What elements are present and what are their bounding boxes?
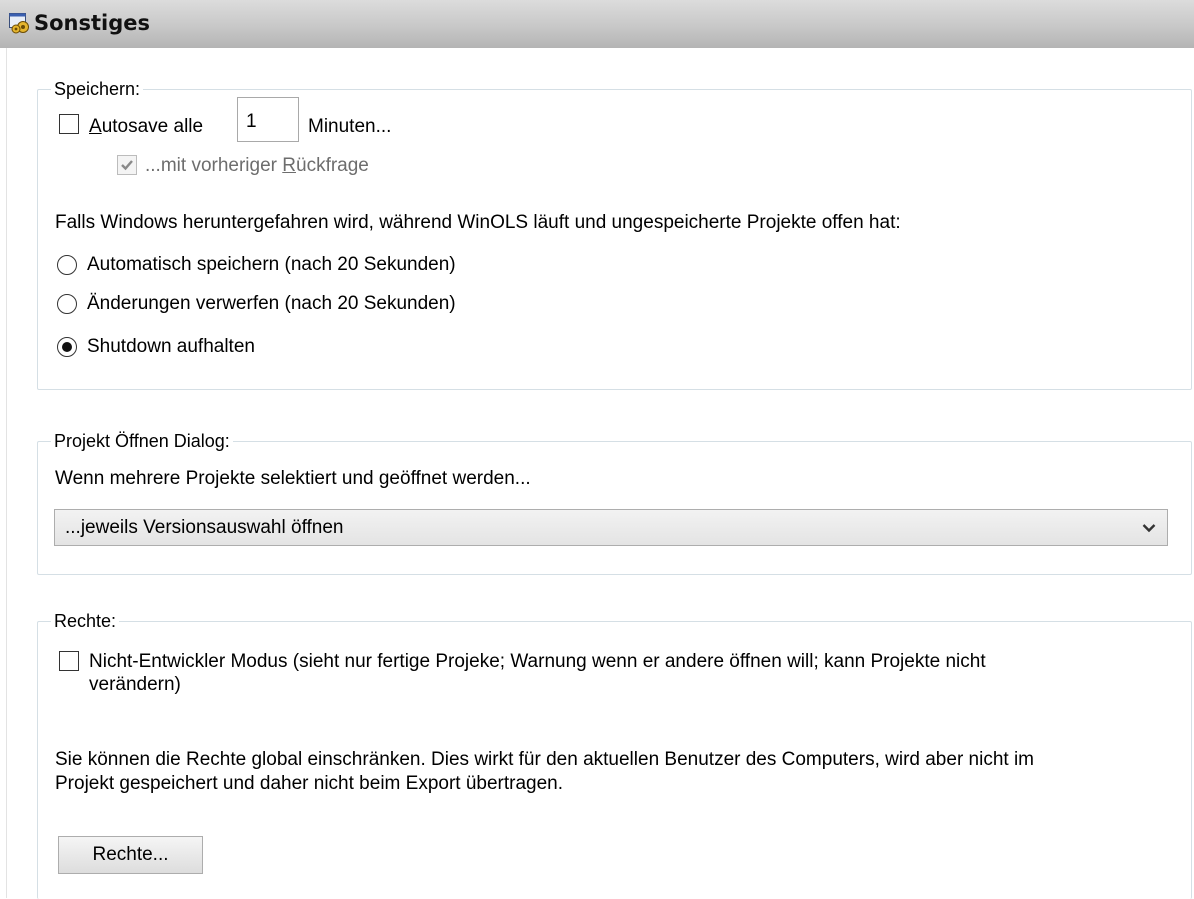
shutdown-description: Falls Windows heruntergefahren wird, wäh… (55, 212, 901, 233)
save-group-legend: Speichern: (51, 78, 144, 100)
autosave-label: Autosave alle (89, 116, 204, 137)
radio-discard[interactable] (57, 294, 77, 314)
version-select-dropdown[interactable]: ...jeweils Versionsauswahl öffnen (54, 509, 1168, 546)
left-divider (6, 48, 7, 898)
rights-legend: Rechte: (51, 610, 120, 632)
rights-info-text: Sie können die Rechte global einschränke… (55, 749, 1035, 770)
radio-autosave[interactable] (57, 255, 77, 275)
open-dialog-legend: Projekt Öffnen Dialog: (51, 430, 233, 452)
radio-selected-dot (62, 342, 72, 352)
open-dialog-group: Projekt Öffnen Dialog: (37, 430, 1192, 575)
non-developer-mode-checkbox[interactable] (59, 651, 79, 671)
settings-gears-icon (9, 13, 29, 34)
radio-block-shutdown-label: Shutdown aufhalten (87, 336, 255, 357)
non-developer-mode-label-cont: verändern) (89, 674, 181, 695)
autosave-checkbox[interactable] (59, 114, 79, 134)
open-dialog-description: Wenn mehrere Projekte selektiert und geö… (55, 468, 531, 489)
rights-button[interactable]: Rechte... (58, 836, 203, 874)
minutes-label: Minuten... (308, 116, 392, 137)
dropdown-value: ...jeweils Versionsauswahl öffnen (65, 517, 344, 538)
page-title: Sonstiges (34, 11, 151, 35)
section-title-bar: Sonstiges (0, 0, 1194, 48)
confirm-checkbox[interactable] (117, 155, 137, 175)
chevron-down-icon (1142, 524, 1156, 533)
checkmark-icon (121, 160, 133, 171)
rights-info-text-cont: Projekt gespeichert und daher nicht beim… (55, 773, 564, 794)
confirm-label: ...mit vorheriger Rückfrage (145, 155, 369, 176)
radio-autosave-label: Automatisch speichern (nach 20 Sekunden) (87, 254, 456, 275)
radio-discard-label: Änderungen verwerfen (nach 20 Sekunden) (87, 293, 456, 314)
non-developer-mode-label: Nicht-Entwickler Modus (sieht nur fertig… (89, 651, 986, 672)
autosave-minutes-input[interactable] (237, 97, 299, 142)
radio-block-shutdown[interactable] (57, 337, 77, 357)
